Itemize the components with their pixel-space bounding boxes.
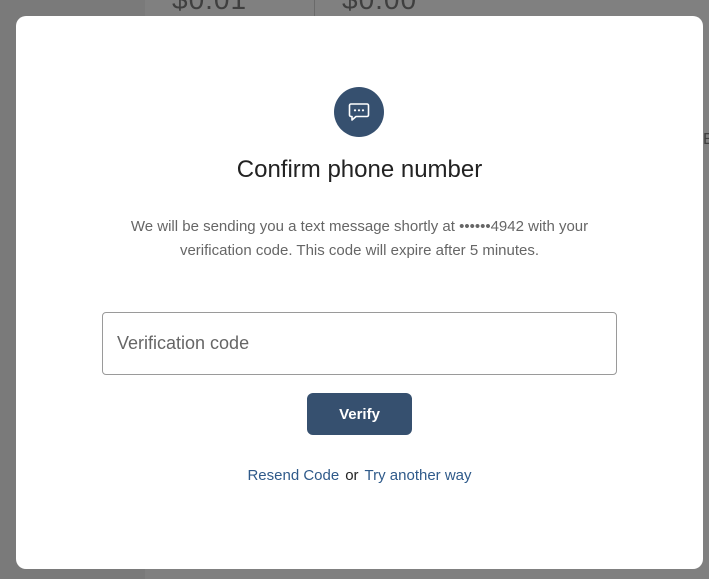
background-amount-right: $0.00 [342, 0, 417, 16]
alternate-actions: Resend Code or Try another way [16, 467, 703, 484]
or-text: or [345, 467, 359, 484]
background-amount-left: $0.01 [172, 0, 247, 16]
resend-code-link[interactable]: Resend Code [247, 467, 339, 484]
background-side-letter: E [703, 131, 709, 148]
try-another-way-link[interactable]: Try another way [365, 467, 472, 484]
modal-description: We will be sending you a text message sh… [130, 218, 589, 259]
modal-title: Confirm phone number [236, 156, 483, 183]
chat-message-icon [334, 87, 384, 137]
confirm-phone-modal: Confirm phone number We will be sending … [16, 16, 703, 569]
verification-code-input[interactable] [102, 312, 617, 375]
verify-button[interactable]: Verify [307, 393, 412, 435]
